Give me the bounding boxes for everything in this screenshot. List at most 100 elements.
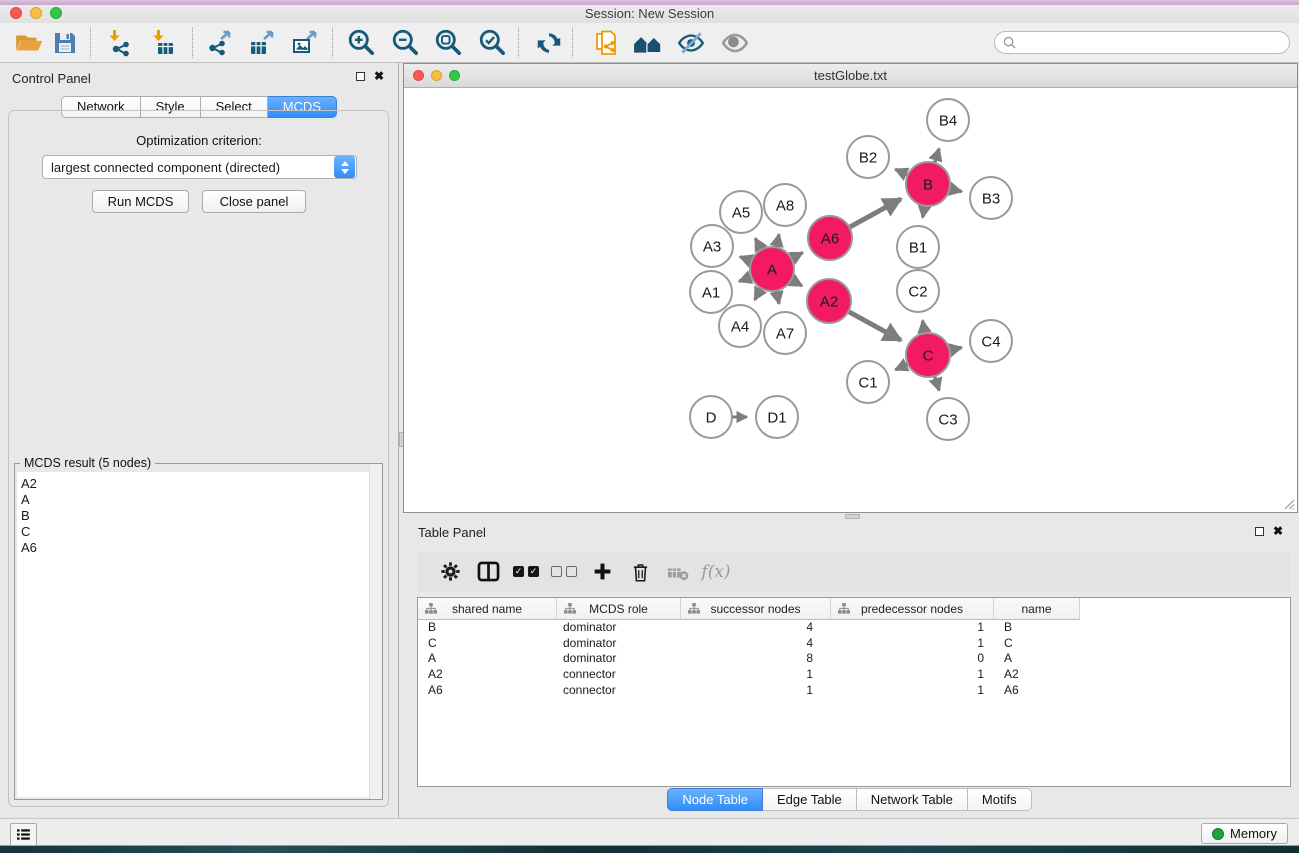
zoom-in-button[interactable]	[345, 26, 379, 60]
list-scrollbar[interactable]	[369, 464, 382, 799]
graph-node-A6[interactable]: A6	[808, 216, 852, 260]
open-session-button[interactable]	[12, 26, 46, 60]
clone-network-button[interactable]	[590, 26, 624, 60]
tab-network-table[interactable]: Network Table	[857, 788, 968, 811]
tab-node-table[interactable]: Node Table	[667, 788, 763, 811]
table-row[interactable]: Adominator80A	[418, 651, 1290, 667]
graph-node-B4[interactable]: B4	[927, 99, 969, 141]
graph-node-A2[interactable]: A2	[807, 279, 851, 323]
graph-node-C3[interactable]: C3	[927, 398, 969, 440]
import-network-button[interactable]	[104, 26, 138, 60]
graph-node-B[interactable]: B	[906, 162, 950, 206]
close-panel-button[interactable]: Close panel	[202, 190, 306, 213]
float-panel-icon[interactable]	[356, 72, 365, 81]
export-image-icon	[292, 29, 320, 57]
column-header-predecessor-nodes[interactable]: predecessor nodes	[831, 598, 994, 620]
graph-node-A4[interactable]: A4	[719, 305, 761, 347]
task-history-button[interactable]	[10, 823, 37, 846]
run-mcds-button[interactable]: Run MCDS	[92, 190, 189, 213]
control-panel: Control Panel ✖ NetworkStyleSelectMCDS O…	[0, 63, 399, 818]
memory-button[interactable]: Memory	[1201, 823, 1288, 844]
column-label: successor nodes	[710, 602, 800, 616]
table-row[interactable]: Cdominator41C	[418, 636, 1290, 652]
network-canvas[interactable]: A A1 A2 A3 A4 A5 A6 A7 A8 B B1 B2 B3B4 C C1 C2 C3C4 D D1	[404, 88, 1297, 512]
tab-motifs[interactable]: Motifs	[968, 788, 1032, 811]
close-panel-icon[interactable]: ✖	[1273, 526, 1283, 536]
add-column-button[interactable]	[583, 557, 621, 587]
table-toolbar: ✓✓ f(x)	[417, 551, 1291, 592]
column-header-shared-name[interactable]: shared name	[418, 598, 557, 620]
svg-text:A2: A2	[820, 293, 838, 310]
list-icon	[17, 828, 30, 841]
network-window-titlebar[interactable]: testGlobe.txt	[404, 64, 1297, 88]
select-all-rows-button[interactable]: ✓✓	[507, 557, 545, 587]
mcds-result-item[interactable]: C	[17, 524, 380, 540]
column-type-icon	[425, 603, 437, 617]
graph-node-A3[interactable]: A3	[691, 225, 733, 267]
graph-node-A[interactable]: A	[750, 247, 794, 291]
table-row[interactable]: Bdominator41B	[418, 620, 1290, 636]
graph-node-A7[interactable]: A7	[764, 312, 806, 354]
graph-node-C4[interactable]: C4	[970, 320, 1012, 362]
graph-node-D[interactable]: D	[690, 396, 732, 438]
graph-node-A8[interactable]: A8	[764, 184, 806, 226]
table-row[interactable]: A6connector11A6	[418, 683, 1290, 699]
save-session-button[interactable]	[48, 26, 82, 60]
export-table-button[interactable]	[246, 26, 280, 60]
graph-edge-A2-C[interactable]	[847, 311, 901, 341]
float-panel-icon[interactable]	[1255, 527, 1264, 536]
zoom-fit-button[interactable]	[432, 26, 466, 60]
zoom-out-button[interactable]	[389, 26, 423, 60]
delete-table-button[interactable]	[659, 557, 697, 587]
search-field[interactable]	[994, 31, 1290, 54]
function-builder-button[interactable]: f(x)	[697, 557, 735, 587]
table-cell: 1	[831, 683, 994, 699]
graph-node-A1[interactable]: A1	[690, 271, 732, 313]
column-header-successor-nodes[interactable]: successor nodes	[681, 598, 831, 620]
horizontal-splitter-handle[interactable]	[845, 514, 860, 519]
search-icon	[1003, 36, 1016, 49]
graph-node-B3[interactable]: B3	[970, 177, 1012, 219]
graph-edge-A6-B[interactable]	[848, 199, 901, 228]
table-cell: 4	[681, 636, 831, 652]
graph-node-A5[interactable]: A5	[720, 191, 762, 233]
birds-eye-view-button[interactable]	[718, 26, 752, 60]
column-header-MCDS-role[interactable]: MCDS role	[557, 598, 681, 620]
show-columns-button[interactable]	[469, 557, 507, 587]
deselect-all-rows-button[interactable]	[545, 557, 583, 587]
mcds-result-item[interactable]: A6	[17, 540, 380, 556]
column-header-name[interactable]: name	[994, 598, 1080, 620]
mcds-result-item[interactable]: B	[17, 508, 380, 524]
table-panel-title: Table Panel	[418, 525, 486, 540]
mcds-result-title: MCDS result (5 nodes)	[20, 456, 155, 470]
graph-node-B1[interactable]: B1	[897, 226, 939, 268]
table-cell: A	[418, 651, 557, 667]
control-panel-title: Control Panel	[12, 71, 91, 86]
refresh-button[interactable]	[532, 26, 566, 60]
table-row[interactable]: A2connector11A2	[418, 667, 1290, 683]
table-cell: 0	[831, 651, 994, 667]
close-panel-icon[interactable]: ✖	[374, 71, 384, 81]
graph-node-B2[interactable]: B2	[847, 136, 889, 178]
delete-column-button[interactable]	[621, 557, 659, 587]
tab-edge-table[interactable]: Edge Table	[763, 788, 857, 811]
zoom-selected-button[interactable]	[476, 26, 510, 60]
graph-node-C1[interactable]: C1	[847, 361, 889, 403]
graph-node-C[interactable]: C	[906, 333, 950, 377]
column-settings-button[interactable]	[431, 557, 469, 587]
graph-node-D1[interactable]: D1	[756, 396, 798, 438]
mcds-result-item[interactable]: A	[17, 492, 380, 508]
export-image-button[interactable]	[289, 26, 323, 60]
app-titlebar[interactable]: Session: New Session	[0, 5, 1299, 23]
resize-grip-icon[interactable]	[1281, 496, 1295, 510]
hide-graphics-button[interactable]	[674, 26, 708, 60]
graph-node-C2[interactable]: C2	[897, 270, 939, 312]
export-network-button[interactable]	[204, 26, 238, 60]
search-input[interactable]	[1021, 34, 1281, 51]
column-type-icon	[838, 603, 850, 617]
mcds-result-item[interactable]: A2	[17, 476, 380, 492]
criterion-dropdown[interactable]: largest connected component (directed)	[42, 155, 357, 179]
column-label: name	[1021, 602, 1051, 616]
home-view-button[interactable]	[631, 26, 665, 60]
import-table-button[interactable]	[148, 26, 182, 60]
